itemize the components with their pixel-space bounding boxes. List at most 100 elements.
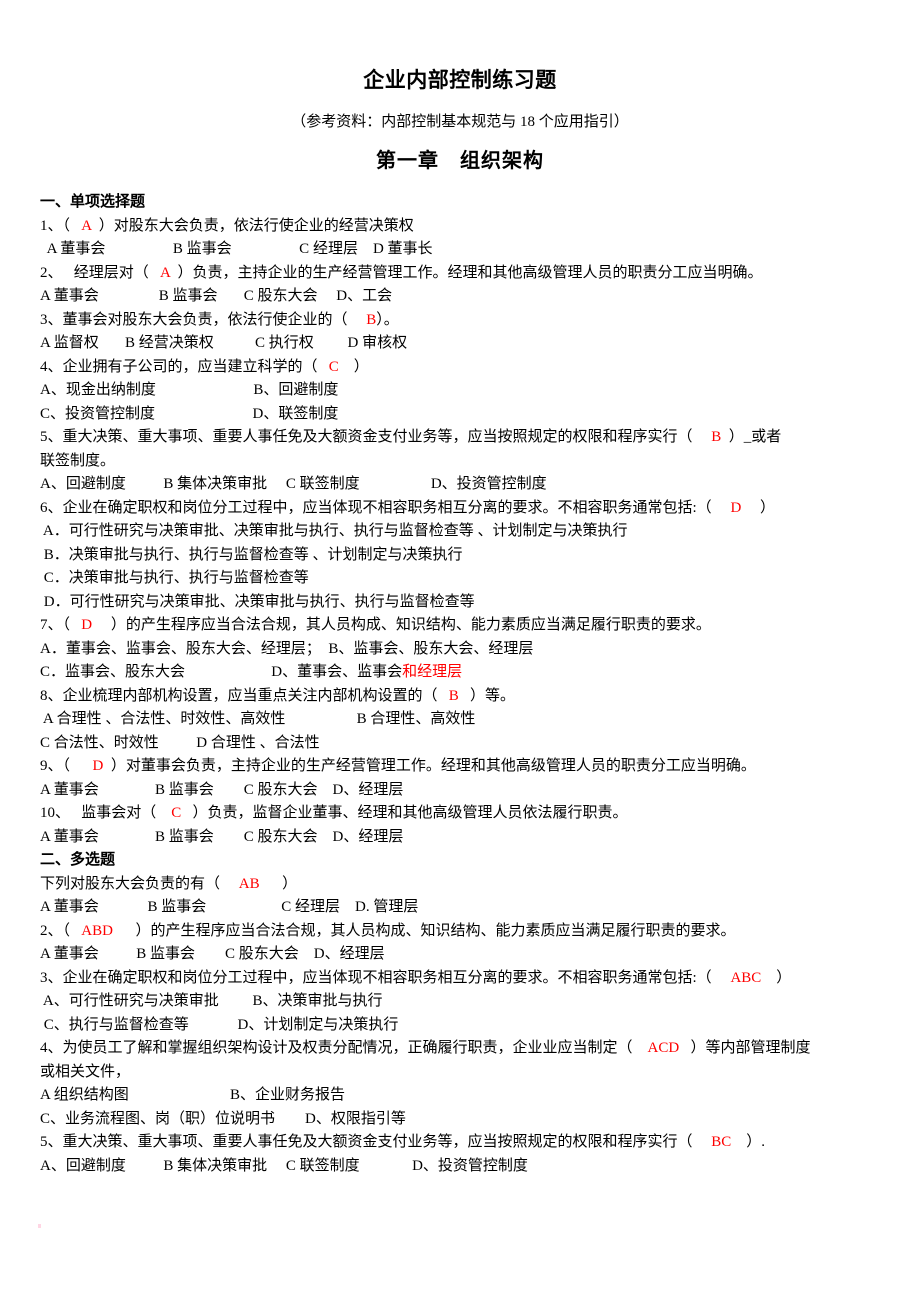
q5-stem1-answer: B bbox=[711, 429, 722, 445]
document-subtitle: （参考资料：内部控制基本规范与 18 个应用指引） bbox=[291, 114, 629, 130]
m2-opts: A 董事会 B 监事会 C 股东大会 D、经理层 bbox=[40, 943, 880, 967]
m3-stem-prefix: 3、企业在确定职权和岗位分工过程中，应当体现不相容职务相互分离的要求。不相容职务… bbox=[40, 969, 731, 986]
q4-optsA-text: A、现金出纳制度 B、回避制度 bbox=[40, 382, 339, 398]
q4-stem-answer: C bbox=[328, 358, 339, 375]
q4-stem: 4、企业拥有子公司的，应当建立科学的（ C ） bbox=[40, 356, 880, 380]
q6-optB: B．决策审批与执行、执行与监督检查等 、计划制定与决策执行 bbox=[40, 544, 880, 568]
single-choice-section: 一、单项选择题 1、（ A ）对股东大会负责，依法行使企业的经营决策权 A 董事… bbox=[40, 175, 880, 849]
single-choice-lines: 1、（ A ）对股东大会负责，依法行使企业的经营决策权 A 董事会 B 监事会 … bbox=[40, 215, 880, 850]
q6-optD-text: D．可行性研究与决策审批、决策审批与执行、执行与监督检查等 bbox=[40, 593, 475, 610]
q5-opts: A、回避制度 B 集体决策审批 C 联签制度 D、投资管控制度 bbox=[40, 473, 880, 497]
m5-stem-prefix: 5、重大决策、重大事项、重要人事任免及大额资金支付业务等，应当按照规定的权限和程… bbox=[40, 1134, 712, 1150]
q6-optB-text: B．决策审批与执行、执行与监督检查等 、计划制定与决策执行 bbox=[40, 546, 463, 563]
q5-stem2-text: 联签制度。 bbox=[40, 452, 116, 469]
m4-stem1: 4、为使员工了解和掌握组织架构设计及权责分配情况，正确履行职责，企业业应当制定（… bbox=[40, 1037, 880, 1061]
q7-optAB-text: A．董事会、监事会、股东大会、经理层； B、监事会、股东大会、经理层 bbox=[40, 640, 534, 657]
m3-optAB: A、可行性研究与决策审批 B、决策审批与执行 bbox=[40, 990, 880, 1014]
q8-stem-answer: B bbox=[448, 687, 459, 704]
q6-optC-text: C．决策审批与执行、执行与监督检查等 bbox=[40, 570, 309, 586]
q8-stem-prefix: 8、企业梳理内部机构设置，应当重点关注内部机构设置的（ bbox=[40, 687, 449, 704]
q6-optA-text: A．可行性研究与决策审批、决策审批与执行、执行与监督检查等 、计划制定与决策执行 bbox=[40, 523, 628, 539]
m4-stem1-prefix: 4、为使员工了解和掌握组织架构设计及权责分配情况，正确履行职责，企业业应当制定（ bbox=[40, 1040, 648, 1056]
section-heading-single-choice: 一、单项选择题 bbox=[40, 194, 146, 210]
m2-stem-suffix: ）的产生程序应当合法合规，其人员构成、知识结构、能力素质应当满足履行职责的要求。 bbox=[112, 922, 736, 939]
q10-stem-suffix: ）负责，监督企业董事、经理和其他高级管理人员依法履行职责。 bbox=[181, 805, 628, 821]
q7-optCD-red-tail: 和经理层 bbox=[402, 664, 463, 680]
q2-stem-answer: A bbox=[160, 264, 171, 281]
q6-stem-answer: D bbox=[730, 499, 742, 516]
q8-optCD: C 合法性、时效性 D 合理性 、合法性 bbox=[40, 732, 880, 756]
q3-opts: A 监督权 B 经营决策权 C 执行权 D 审核权 bbox=[40, 332, 880, 356]
q10-opts: A 董事会 B 监事会 C 股东大会 D、经理层 bbox=[40, 826, 880, 850]
q2-stem: 2、 经理层对（ A ）负责，主持企业的生产经营管理工作。经理和其他高级管理人员… bbox=[40, 262, 880, 286]
q7-optAB: A．董事会、监事会、股东大会、经理层； B、监事会、股东大会、经理层 bbox=[40, 638, 880, 662]
q10-stem-answer: C bbox=[171, 805, 182, 821]
q3-stem-answer: B bbox=[366, 311, 377, 328]
q1-stem-suffix: ）对股东大会负责，依法行使企业的经营决策权 bbox=[91, 217, 414, 234]
q4-optsC-text: C、投资管控制度 D、联签制度 bbox=[40, 405, 339, 422]
q8-stem-suffix: ）等。 bbox=[458, 687, 516, 704]
m1-stem-prefix: 下列对股东大会负责的有（ bbox=[40, 875, 239, 892]
m2-stem: 2、（ ABD ）的产生程序应当合法合规，其人员构成、知识结构、能力素质应当满足… bbox=[40, 920, 880, 944]
q5-stem2: 联签制度。 bbox=[40, 450, 880, 474]
chapter-heading: 第一章 组织架构 bbox=[376, 150, 544, 172]
m1-stem-answer: AB bbox=[238, 875, 260, 892]
q5-opts-text: A、回避制度 B 集体决策审批 C 联签制度 D、投资管控制度 bbox=[40, 476, 547, 492]
m2-stem-prefix: 2、（ bbox=[40, 922, 82, 939]
m5-stem-answer: BC bbox=[711, 1134, 732, 1150]
q5-stem1-prefix: 5、重大决策、重大事项、重要人事任免及大额资金支付业务等，应当按照规定的权限和程… bbox=[40, 429, 712, 445]
q1-stem-answer: A bbox=[81, 217, 92, 234]
m1-stem: 下列对股东大会负责的有（ AB ） bbox=[40, 873, 880, 897]
m4-stem2-text: 或相关文件， bbox=[40, 1063, 131, 1080]
q6-optC: C．决策审批与执行、执行与监督检查等 bbox=[40, 567, 880, 591]
multi-choice-section: 二、多选题 下列对股东大会负责的有（ AB ） A 董事会 B 监事会 C 经理层… bbox=[40, 849, 880, 1178]
q4-stem-prefix: 4、企业拥有子公司的，应当建立科学的（ bbox=[40, 358, 329, 375]
q8-optCD-text: C 合法性、时效性 D 合理性 、合法性 bbox=[40, 734, 320, 751]
multi-choice-lines: 下列对股东大会负责的有（ AB ） A 董事会 B 监事会 C 经理层 D. 管理… bbox=[40, 873, 880, 1179]
q2-stem-prefix: 2、 经理层对（ bbox=[40, 264, 161, 281]
q10-stem: 10、 监事会对（ C ）负责，监督企业董事、经理和其他高级管理人员依法履行职责… bbox=[40, 802, 880, 826]
q9-stem-suffix: ）对董事会负责，主持企业的生产经营管理工作。经理和其他高级管理人员的职责分工应当… bbox=[103, 758, 756, 774]
q3-stem-suffix: ）。 bbox=[376, 311, 399, 328]
m2-opts-text: A 董事会 B 监事会 C 股东大会 D、经理层 bbox=[40, 946, 385, 962]
m2-stem-answer: ABD bbox=[81, 922, 113, 939]
m5-stem-suffix: ）. bbox=[731, 1134, 766, 1150]
m3-optCD: C、执行与监督检查等 D、计划制定与决策执行 bbox=[40, 1014, 880, 1038]
q4-stem-suffix: ） bbox=[338, 358, 369, 375]
m4-stem2: 或相关文件， bbox=[40, 1061, 880, 1085]
m3-optAB-text: A、可行性研究与决策审批 B、决策审批与执行 bbox=[40, 993, 383, 1009]
q9-stem-prefix: 9、（ bbox=[40, 758, 93, 774]
q10-stem-prefix: 10、 监事会对（ bbox=[40, 805, 172, 821]
q6-stem-prefix: 6、企业在确定职权和岗位分工过程中，应当体现不相容职务相互分离的要求。不相容职务… bbox=[40, 499, 731, 516]
q1-opts: A 董事会 B 监事会 C 经理层 D 董事长 bbox=[40, 238, 880, 262]
scan-artifact-mark bbox=[38, 1224, 41, 1228]
q1-opts-text: A 董事会 B 监事会 C 经理层 D 董事长 bbox=[40, 241, 433, 257]
m4-optAB-text: A 组织结构图 B、企业财务报告 bbox=[40, 1087, 346, 1103]
q6-optA: A．可行性研究与决策审批、决策审批与执行、执行与监督检查等 、计划制定与决策执行 bbox=[40, 520, 880, 544]
m4-optAB: A 组织结构图 B、企业财务报告 bbox=[40, 1084, 880, 1108]
m1-opts-text: A 董事会 B 监事会 C 经理层 D. 管理层 bbox=[40, 899, 419, 915]
section-heading-multi-choice: 二、多选题 bbox=[40, 852, 116, 868]
q3-opts-text: A 监督权 B 经营决策权 C 执行权 D 审核权 bbox=[40, 335, 408, 351]
m4-optCD: C、业务流程图、岗（职）位说明书 D、权限指引等 bbox=[40, 1108, 880, 1132]
document-page: 企业内部控制练习题 （参考资料：内部控制基本规范与 18 个应用指引） 第一章 … bbox=[0, 0, 920, 1302]
m4-stem1-suffix: ）等内部管理制度 bbox=[679, 1040, 811, 1056]
q4-optsA: A、现金出纳制度 B、回避制度 bbox=[40, 379, 880, 403]
q7-stem: 7、（ D ）的产生程序应当合法合规，其人员构成、知识结构、能力素质应当满足履行… bbox=[40, 614, 880, 638]
m5-opts: A、回避制度 B 集体决策审批 C 联签制度 D、投资管控制度 bbox=[40, 1155, 880, 1179]
q2-opts: A 董事会 B 监事会 C 股东大会 D、工会 bbox=[40, 285, 880, 309]
q4-optsC: C、投资管控制度 D、联签制度 bbox=[40, 403, 880, 427]
m3-stem-suffix: ） bbox=[761, 969, 792, 986]
m1-opts: A 董事会 B 监事会 C 经理层 D. 管理层 bbox=[40, 896, 880, 920]
q6-optD: D．可行性研究与决策审批、决策审批与执行、执行与监督检查等 bbox=[40, 591, 880, 615]
q1-stem-prefix: 1、（ bbox=[40, 217, 82, 234]
q10-opts-text: A 董事会 B 监事会 C 股东大会 D、经理层 bbox=[40, 828, 404, 845]
q5-stem1: 5、重大决策、重大事项、重要人事任免及大额资金支付业务等，应当按照规定的权限和程… bbox=[40, 426, 880, 450]
q2-opts-text: A 董事会 B 监事会 C 股东大会 D、工会 bbox=[40, 288, 393, 304]
q6-stem-suffix: ） bbox=[741, 499, 776, 516]
q7-stem-prefix: 7、（ bbox=[40, 617, 82, 633]
m3-stem: 3、企业在确定职权和岗位分工过程中，应当体现不相容职务相互分离的要求。不相容职务… bbox=[40, 967, 880, 991]
q9-opts-text: A 董事会 B 监事会 C 股东大会 D、经理层 bbox=[40, 781, 404, 798]
page-title: 企业内部控制练习题 bbox=[363, 68, 557, 92]
m4-optCD-text: C、业务流程图、岗（职）位说明书 D、权限指引等 bbox=[40, 1110, 406, 1127]
